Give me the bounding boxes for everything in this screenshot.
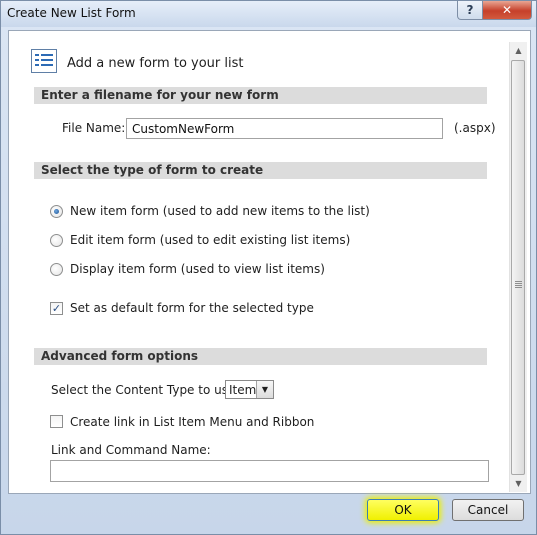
radio-edit-item-label[interactable]: Edit item form (used to edit existing li…	[70, 233, 350, 247]
default-form-checkbox[interactable]: ✓	[50, 302, 63, 315]
scroll-thumb[interactable]	[511, 60, 525, 475]
vertical-scrollbar[interactable]: ▲ ▼	[509, 42, 527, 492]
scroll-down-icon[interactable]: ▼	[510, 475, 527, 492]
radio-new-item-label[interactable]: New item form (used to add new items to …	[70, 204, 370, 218]
dialog-window: Create New List Form ? ✕ Add a new form …	[0, 0, 537, 535]
close-icon: ✕	[501, 3, 513, 17]
content-type-value: Item	[229, 383, 257, 397]
file-name-input[interactable]	[126, 118, 443, 139]
dialog-content: Add a new form to your list Enter a file…	[8, 30, 531, 494]
link-name-label: Link and Command Name:	[51, 443, 211, 457]
content-type-select[interactable]: Item ▼	[225, 380, 274, 399]
content-type-label: Select the Content Type to use:	[51, 383, 240, 397]
create-link-label[interactable]: Create link in List Item Menu and Ribbon	[70, 415, 314, 429]
file-extension-label: (.aspx)	[454, 121, 496, 135]
chevron-down-icon[interactable]: ▼	[256, 381, 273, 398]
dialog-heading: Add a new form to your list	[67, 56, 244, 71]
default-form-label[interactable]: Set as default form for the selected typ…	[70, 301, 314, 315]
close-button[interactable]: ✕	[482, 1, 532, 20]
file-name-label: File Name:	[62, 121, 126, 135]
create-link-checkbox[interactable]	[50, 415, 63, 428]
checkmark-icon: ✓	[51, 302, 62, 315]
link-name-input[interactable]	[50, 460, 489, 482]
list-form-icon	[31, 49, 57, 73]
radio-new-item[interactable]	[50, 205, 63, 218]
section-header-advanced: Advanced form options	[34, 348, 487, 365]
cancel-button[interactable]: Cancel	[452, 499, 524, 521]
radio-display-item-label[interactable]: Display item form (used to view list ite…	[70, 262, 325, 276]
radio-display-item[interactable]	[50, 263, 63, 276]
radio-edit-item[interactable]	[50, 234, 63, 247]
scroll-up-icon[interactable]: ▲	[510, 42, 527, 59]
help-button[interactable]: ?	[457, 1, 483, 20]
section-header-form-type: Select the type of form to create	[34, 162, 487, 179]
grip-icon	[515, 281, 522, 288]
ok-button[interactable]: OK	[367, 499, 439, 521]
section-header-filename: Enter a filename for your new form	[34, 87, 487, 104]
window-title: Create New List Form	[7, 6, 136, 20]
title-bar[interactable]: Create New List Form ? ✕	[1, 1, 536, 27]
